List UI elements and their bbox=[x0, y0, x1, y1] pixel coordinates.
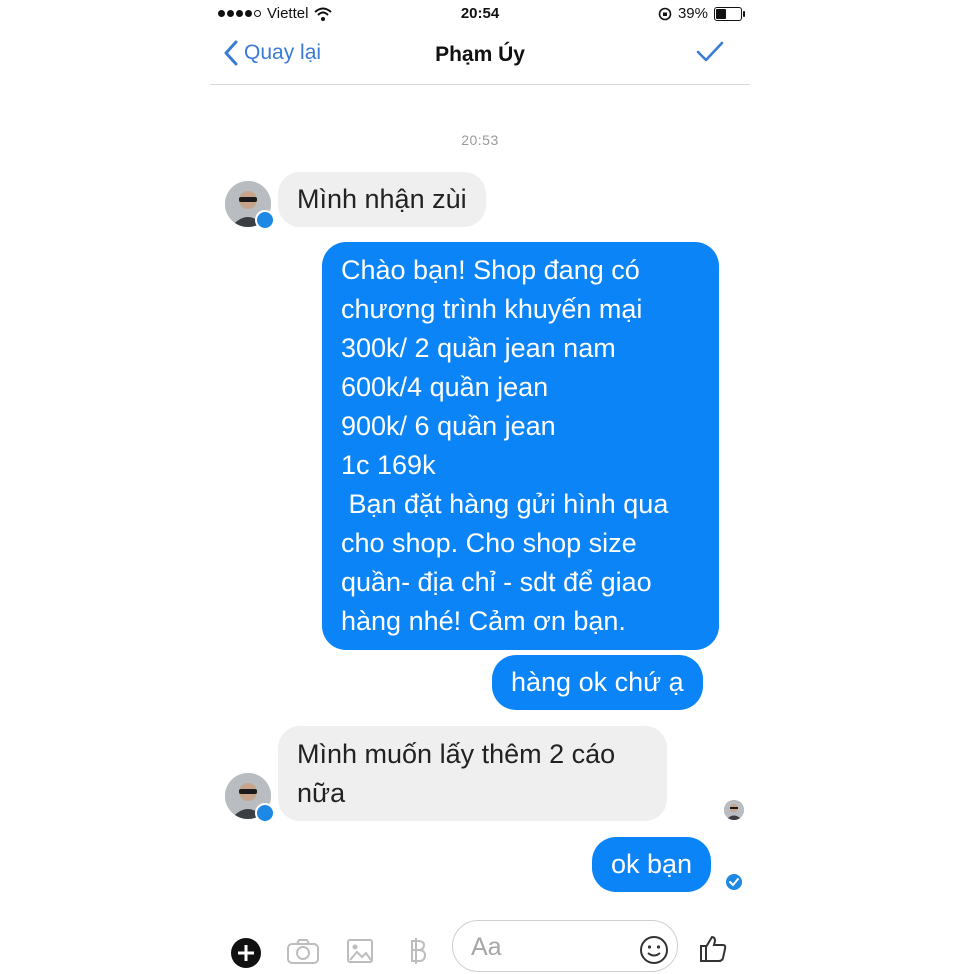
check-glyph-icon bbox=[729, 878, 739, 887]
message-line: 600k/4 quần jean bbox=[341, 372, 549, 402]
message-line: hàng nhé! Cảm ơn bạn. bbox=[341, 606, 626, 636]
delivered-check-icon bbox=[726, 874, 742, 890]
message-text: Mình nhận zùi bbox=[297, 184, 467, 214]
message-line: nữa bbox=[297, 778, 346, 808]
image-icon[interactable] bbox=[346, 938, 374, 969]
message-line: 1c 169k bbox=[341, 450, 436, 480]
message-line: 300k/ 2 quần jean nam bbox=[341, 333, 616, 363]
conversation-title: Phạm Úy bbox=[435, 43, 525, 66]
camera-icon[interactable] bbox=[286, 938, 320, 969]
message-line: cho shop. Cho shop size bbox=[341, 528, 637, 558]
nav-bar: Quay lại Phạm Úy bbox=[210, 30, 750, 85]
read-receipt-avatar bbox=[724, 800, 744, 820]
thumbs-up-icon[interactable] bbox=[698, 934, 728, 967]
message-text: ok bạn bbox=[611, 849, 693, 879]
battery-percent: 39% bbox=[677, 5, 708, 22]
message-bubble-incoming[interactable]: Mình nhận zùi bbox=[278, 172, 486, 227]
messenger-screen: Viettel 20:54 39% Quay lại Phạm Úy 20:53… bbox=[210, 0, 750, 972]
messenger-badge-icon bbox=[255, 210, 275, 230]
message-line: Chào bạn! Shop đang có bbox=[341, 255, 640, 285]
add-icon[interactable] bbox=[230, 937, 262, 974]
message-input-placeholder: Aa bbox=[471, 933, 502, 961]
message-text: hàng ok chứ ạ bbox=[511, 667, 684, 697]
message-bubble-outgoing[interactable]: Chào bạn! Shop đang có chương trình khuy… bbox=[322, 242, 719, 650]
messenger-badge-icon bbox=[255, 803, 275, 823]
read-receipt-photo bbox=[724, 800, 744, 820]
message-input[interactable]: Aa bbox=[452, 920, 678, 972]
composer-bar: Aa bbox=[210, 918, 750, 972]
battery-area: 39% bbox=[658, 5, 745, 22]
currency-icon[interactable] bbox=[407, 937, 427, 970]
message-line: Bạn đặt hàng gửi hình qua bbox=[341, 489, 669, 519]
done-button[interactable] bbox=[696, 40, 724, 69]
orientation-lock-icon bbox=[658, 7, 672, 20]
message-line: quần- địa chỉ - sdt để giao bbox=[341, 567, 652, 597]
message-line: Mình muốn lấy thêm 2 cáo bbox=[297, 739, 616, 769]
message-line: 900k/ 6 quần jean bbox=[341, 411, 556, 441]
checkmark-icon bbox=[696, 41, 724, 62]
message-bubble-incoming[interactable]: Mình muốn lấy thêm 2 cáo nữa bbox=[278, 726, 667, 821]
message-bubble-outgoing[interactable]: ok bạn bbox=[592, 837, 712, 892]
battery-icon bbox=[714, 6, 745, 21]
status-bar: Viettel 20:54 39% bbox=[210, 0, 750, 28]
message-bubble-outgoing[interactable]: hàng ok chứ ạ bbox=[492, 655, 703, 710]
message-line: chương trình khuyến mại bbox=[341, 294, 643, 324]
emoji-icon[interactable] bbox=[639, 935, 669, 965]
thread-timestamp: 20:53 bbox=[461, 132, 499, 148]
